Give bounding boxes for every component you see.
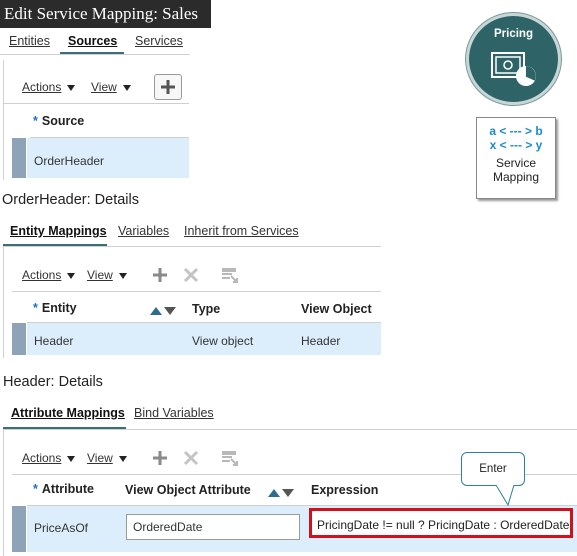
orderheader-details-title: OrderHeader: Details xyxy=(2,192,139,208)
view-menu[interactable]: View xyxy=(87,268,127,282)
header-details-title: Header: Details xyxy=(3,374,103,390)
pricing-chart-icon xyxy=(491,52,536,86)
view-menu[interactable]: View xyxy=(91,80,131,94)
column-header-view-object: View Object xyxy=(301,302,372,316)
tab-attribute-mappings[interactable]: Attribute Mappings xyxy=(11,406,125,420)
chevron-down-icon xyxy=(118,272,127,279)
service-mapping-label-1: Service xyxy=(495,156,536,170)
mapping-line-1: a < --- > b xyxy=(489,124,543,138)
sort-descending-icon[interactable] xyxy=(164,307,176,315)
view-menu[interactable]: View xyxy=(87,451,127,465)
view-object-cell: Header xyxy=(301,334,341,348)
actions-menu[interactable]: Actions xyxy=(22,268,76,282)
sort-ascending-icon[interactable] xyxy=(150,307,162,315)
chevron-down-icon xyxy=(67,272,76,279)
actions-menu[interactable]: Actions xyxy=(22,451,76,465)
callout-enter: Enter xyxy=(461,452,525,486)
tabs-divider xyxy=(3,429,577,430)
chevron-down-icon xyxy=(118,455,127,462)
panel-border xyxy=(3,246,4,358)
pricing-badge: Pricing xyxy=(466,13,561,105)
entity-cell: Header xyxy=(34,334,74,348)
plus-icon xyxy=(161,80,175,94)
detach-icon[interactable] xyxy=(221,266,239,284)
toolbar-divider xyxy=(3,103,189,104)
column-header-expression: Expression xyxy=(311,483,379,497)
source-cell: OrderHeader xyxy=(34,154,105,168)
tabs-divider xyxy=(3,246,381,247)
row-selector[interactable] xyxy=(12,138,26,178)
expression-input[interactable]: PricingDate != null ? PricingDate : Orde… xyxy=(309,508,573,538)
tab-bind-variables[interactable]: Bind Variables xyxy=(134,406,214,420)
tab-entities[interactable]: Entities xyxy=(9,34,50,48)
add-button[interactable] xyxy=(154,74,182,100)
type-cell: View object xyxy=(192,334,254,348)
panel-border xyxy=(3,429,4,556)
sort-control[interactable] xyxy=(268,486,294,500)
tab-sources[interactable]: Sources xyxy=(68,34,117,48)
column-header-type: Type xyxy=(192,302,221,316)
add-icon[interactable] xyxy=(152,450,168,466)
column-header-entity: * Entity xyxy=(33,301,77,315)
add-icon[interactable] xyxy=(152,267,168,283)
chevron-down-icon xyxy=(122,84,131,91)
column-header-source: * Source xyxy=(33,114,85,128)
tabs-divider xyxy=(0,54,190,55)
callout-pointer xyxy=(495,485,515,507)
delete-icon[interactable] xyxy=(183,267,199,283)
service-mapping-label-2: Mapping xyxy=(492,170,540,184)
chevron-down-icon xyxy=(67,455,76,462)
column-header-view-object-attribute: View Object Attribute xyxy=(125,483,251,497)
sort-ascending-icon[interactable] xyxy=(268,489,280,497)
delete-icon[interactable] xyxy=(183,450,199,466)
row-selector[interactable] xyxy=(12,323,26,355)
tab-entity-mappings[interactable]: Entity Mappings xyxy=(10,224,107,238)
chevron-down-icon xyxy=(67,84,76,91)
column-header-attribute: * Attribute xyxy=(33,482,94,496)
page-title: Edit Service Mapping: Sales xyxy=(0,0,211,28)
tab-services[interactable]: Services xyxy=(135,34,183,48)
tab-variables[interactable]: Variables xyxy=(118,224,169,238)
tab-inherit-from-services[interactable]: Inherit from Services xyxy=(184,224,299,238)
mapping-line-2: x < --- > y xyxy=(489,138,543,152)
sort-descending-icon[interactable] xyxy=(282,489,294,497)
panel-border xyxy=(3,60,4,180)
row-selector[interactable] xyxy=(12,506,26,552)
sort-control[interactable] xyxy=(150,304,176,318)
service-mapping-card: a < --- > b x < --- > y Service Mapping xyxy=(476,117,556,199)
toolbar-divider xyxy=(12,291,381,292)
view-object-attribute-input[interactable]: OrderedDate xyxy=(126,514,300,540)
actions-menu[interactable]: Actions xyxy=(22,80,76,94)
pricing-label: Pricing xyxy=(494,28,533,40)
detach-icon[interactable] xyxy=(221,449,239,467)
attribute-cell: PriceAsOf xyxy=(34,521,89,535)
